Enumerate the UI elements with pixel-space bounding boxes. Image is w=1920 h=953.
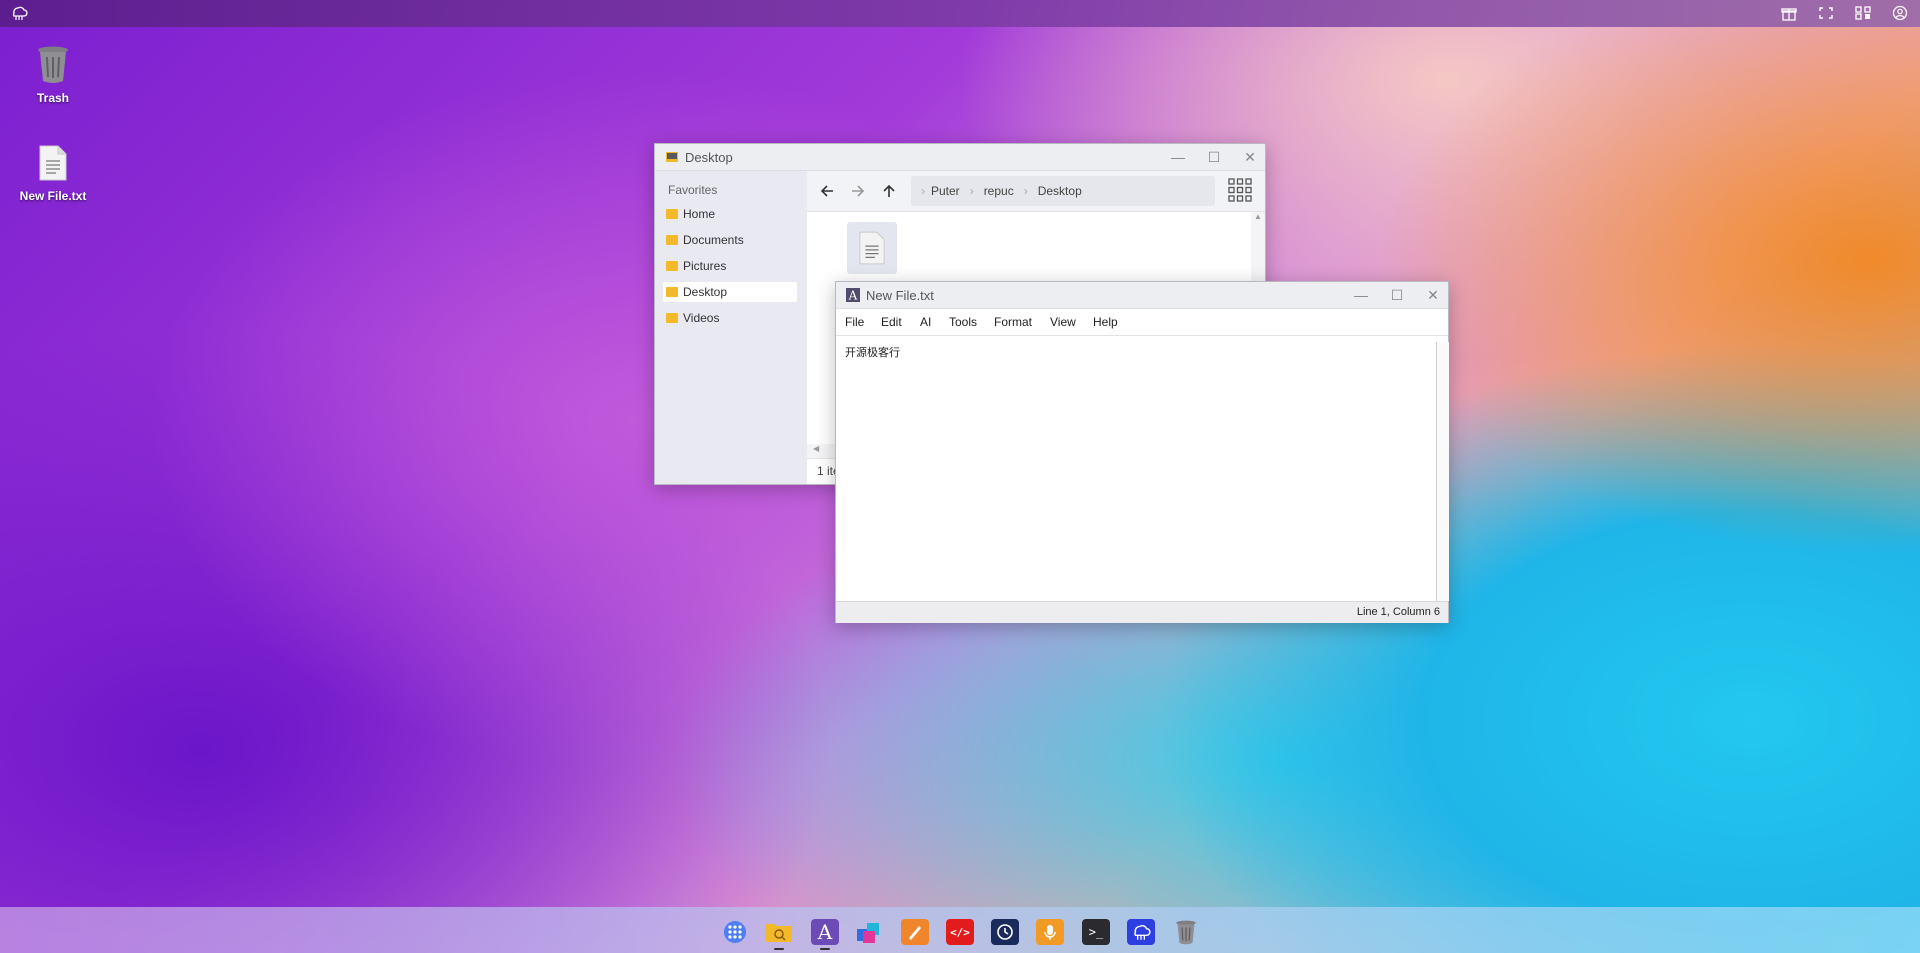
draw-icon[interactable] — [901, 919, 929, 945]
maximize-button[interactable]: ☐ — [1387, 286, 1407, 304]
app-center-icon[interactable] — [721, 919, 749, 945]
menu-file[interactable]: File — [845, 315, 864, 329]
sidebar-item-label: Home — [683, 207, 716, 221]
folder-icon — [666, 235, 678, 245]
close-button[interactable]: ✕ — [1423, 286, 1443, 304]
editor-app-icon: A — [846, 288, 860, 302]
sidebar-item-videos[interactable]: Videos — [663, 308, 797, 328]
qr-code-icon[interactable] — [1854, 5, 1872, 21]
desktop-folder-icon — [666, 152, 678, 162]
up-arrow-icon[interactable] — [881, 183, 897, 199]
desktop-item-new-file[interactable]: New File.txt — [8, 144, 98, 203]
editor-content: 开源极客行 — [845, 347, 900, 359]
sidebar-item-home[interactable]: Home — [663, 204, 797, 224]
back-arrow-icon[interactable] — [819, 183, 835, 199]
sidebar-item-label: Documents — [683, 233, 744, 247]
recorder-icon[interactable] — [1036, 919, 1064, 945]
sidebar-item-documents[interactable]: Documents — [663, 230, 797, 250]
menu-help[interactable]: Help — [1093, 315, 1118, 329]
sidebar: Favorites Home Documents Pictures Deskto… — [655, 171, 807, 484]
menu-bar: File Edit AI Tools Format View Help — [836, 309, 1448, 336]
file-explorer-icon[interactable] — [765, 919, 793, 945]
running-indicator — [774, 948, 784, 950]
editor-titlebar[interactable]: A New File.txt — ☐ ✕ — [836, 282, 1448, 309]
folder-icon — [666, 287, 678, 297]
text-file-icon — [859, 231, 885, 265]
user-icon[interactable] — [1891, 5, 1909, 21]
editor-icon[interactable]: A — [811, 919, 839, 945]
favorites-heading: Favorites — [668, 183, 718, 197]
camera-icon[interactable] — [991, 919, 1019, 945]
menu-view[interactable]: View — [1050, 315, 1076, 329]
sidebar-item-desktop[interactable]: Desktop — [663, 282, 797, 302]
menu-tools[interactable]: Tools — [949, 315, 977, 329]
text-file-icon — [39, 145, 67, 181]
dev-center-icon[interactable] — [855, 919, 883, 945]
sidebar-item-pictures[interactable]: Pictures — [663, 256, 797, 276]
code-icon[interactable]: </> — [946, 919, 974, 945]
text-area[interactable]: 开源极客行 — [836, 336, 1436, 601]
window-title: New File.txt — [866, 287, 934, 303]
desktop[interactable]: { "desktop": { "icons": [ {"label": "Tra… — [0, 0, 1920, 953]
desktop-item-label: Trash — [36, 91, 69, 105]
minimize-button[interactable]: — — [1351, 286, 1371, 304]
desktop-item-trash[interactable]: Trash — [8, 44, 98, 105]
top-bar — [0, 0, 1920, 27]
breadcrumb-item[interactable]: Puter — [931, 184, 960, 198]
menu-format[interactable]: Format — [994, 315, 1032, 329]
close-button[interactable]: ✕ — [1240, 148, 1260, 166]
file-item-new-file[interactable] — [847, 222, 897, 274]
nav-bar: › Puter › repuc › Desktop — [807, 171, 1265, 212]
running-indicator — [820, 948, 830, 950]
editor-window[interactable]: A New File.txt — ☐ ✕ File Edit AI Tools … — [835, 281, 1449, 623]
desktop-item-label: New File.txt — [19, 189, 87, 203]
grid-view-icon[interactable] — [1227, 177, 1253, 203]
menu-ai[interactable]: AI — [920, 315, 931, 329]
breadcrumb: › Puter › repuc › Desktop — [911, 176, 1215, 206]
cursor-position: Line 1, Column 6 — [1356, 606, 1440, 618]
fullscreen-icon[interactable] — [1817, 5, 1835, 21]
breadcrumb-item[interactable]: repuc — [984, 184, 1014, 198]
sidebar-item-label: Pictures — [683, 259, 727, 273]
minimize-button[interactable]: — — [1168, 148, 1188, 166]
menu-edit[interactable]: Edit — [881, 315, 902, 329]
forward-arrow-icon[interactable] — [850, 183, 866, 199]
explorer-titlebar[interactable]: Desktop — ☐ ✕ — [655, 144, 1265, 171]
sidebar-item-label: Desktop — [683, 285, 728, 299]
maximize-button[interactable]: ☐ — [1204, 148, 1224, 166]
svg-text:A: A — [848, 289, 858, 303]
folder-icon — [666, 313, 678, 323]
vertical-scrollbar[interactable] — [1436, 342, 1449, 601]
folder-icon — [666, 209, 678, 219]
terminal-icon[interactable]: >_ — [1082, 919, 1110, 945]
puter-logo-icon[interactable] — [10, 5, 28, 21]
window-title: Desktop — [685, 149, 733, 165]
trash-icon — [38, 46, 68, 83]
sidebar-item-label: Videos — [683, 311, 720, 325]
editor-status-bar: Line 1, Column 6 — [836, 601, 1448, 623]
folder-icon — [666, 261, 678, 271]
puter-icon[interactable] — [1127, 919, 1155, 945]
trash-icon[interactable] — [1172, 919, 1200, 945]
breadcrumb-item[interactable]: Desktop — [1038, 184, 1082, 198]
gift-icon[interactable] — [1780, 5, 1798, 21]
